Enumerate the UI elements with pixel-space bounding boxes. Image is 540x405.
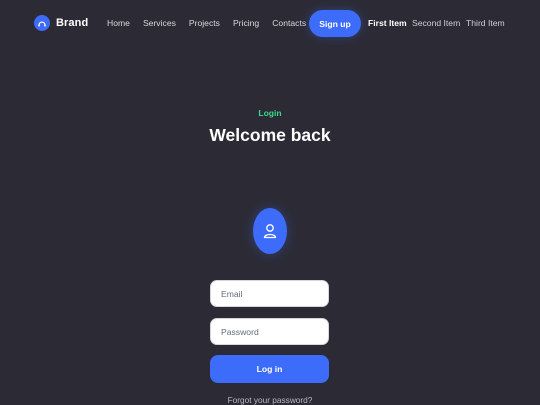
brand-name: Brand: [56, 17, 89, 29]
avatar-circle: [253, 208, 287, 254]
nav-links: Home Services Projects Pricing Contacts: [107, 18, 319, 28]
nav-link-projects[interactable]: Projects: [189, 18, 220, 28]
nav-link-contacts[interactable]: Contacts: [272, 18, 306, 28]
nav-link-home[interactable]: Home: [107, 18, 130, 28]
section-eyebrow: Login: [258, 108, 282, 118]
signup-button[interactable]: Sign up: [309, 10, 361, 37]
email-input[interactable]: [210, 280, 329, 307]
nav-link-pricing[interactable]: Pricing: [233, 18, 259, 28]
login-button[interactable]: Log in: [210, 355, 329, 383]
user-icon: [263, 224, 277, 239]
nav-item-second[interactable]: Second Item: [412, 18, 460, 28]
bezier-curve-icon: [34, 15, 50, 31]
nav-item-first[interactable]: First Item: [368, 18, 407, 28]
navbar: Brand Home Services Projects Pricing Con…: [0, 0, 540, 46]
nav-link-services[interactable]: Services: [143, 18, 176, 28]
password-input[interactable]: [210, 318, 329, 345]
avatar: [253, 208, 287, 254]
nav-item-third[interactable]: Third Item: [466, 18, 505, 28]
forgot-password-link[interactable]: Forgot your password?: [0, 395, 540, 405]
login-page: Brand Home Services Projects Pricing Con…: [0, 0, 540, 405]
brand-link[interactable]: Brand: [34, 15, 88, 31]
page-title: Welcome back: [209, 125, 331, 145]
